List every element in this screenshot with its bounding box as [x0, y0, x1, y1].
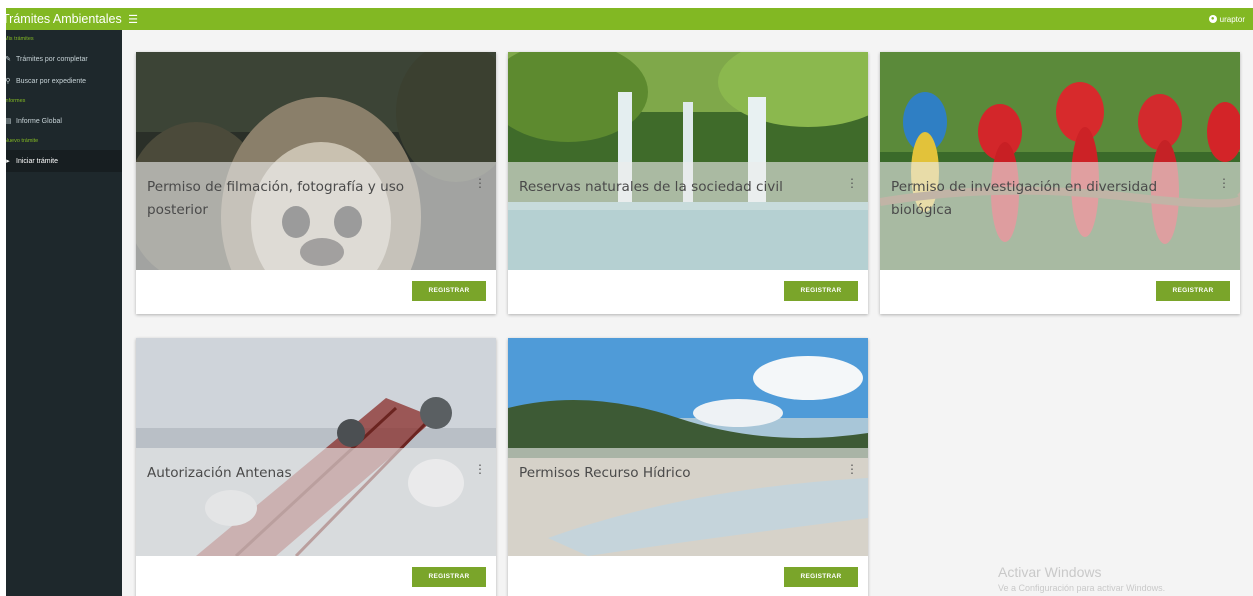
user-menu[interactable]: ● uraptor	[1208, 8, 1245, 30]
tramite-card: Permisos Recurso Hídrico ⋮ REGISTRAR	[508, 338, 868, 596]
card-footer: REGISTRAR	[508, 270, 868, 314]
search-icon: ⚲	[6, 78, 11, 85]
sidebar-item-label: Buscar por expediente	[16, 77, 87, 85]
user-circle-icon: ●	[1208, 15, 1217, 23]
sidebar-item-label: Iniciar trámite	[16, 157, 59, 165]
registrar-button[interactable]: REGISTRAR	[412, 567, 486, 587]
card-footer: REGISTRAR	[508, 556, 868, 596]
card-title: Permiso de filmación, fotografía y uso p…	[147, 179, 405, 218]
card-title: Permiso de investigación en diversidad b…	[891, 179, 1158, 218]
card-title: Permisos Recurso Hídrico	[519, 465, 691, 481]
more-options-icon[interactable]: ⋮	[846, 176, 858, 190]
windows-activation-watermark: Activar Windows Ve a Configuración para …	[998, 564, 1165, 593]
watermark-subtitle: Ve a Configuración para activar Windows.	[998, 583, 1166, 593]
sidebar-item-label: Informe Global	[16, 117, 62, 125]
main-content: Permiso de filmación, fotografía y uso p…	[136, 52, 1253, 596]
sidebar-section-informes: Informes	[6, 98, 26, 104]
tramite-card: Autorización Antenas ⋮ REGISTRAR	[136, 338, 496, 596]
app-title[interactable]: Trámites Ambientales	[6, 8, 122, 30]
registrar-button[interactable]: REGISTRAR	[1156, 281, 1230, 301]
bar-chart-icon: ▤	[6, 118, 12, 125]
app-window: Trámites Ambientales ☰ ● uraptor Mis trá…	[6, 8, 1253, 596]
card-title: Autorización Antenas	[147, 465, 292, 481]
tramite-card: Permiso de filmación, fotografía y uso p…	[136, 52, 496, 314]
card-title: Reservas naturales de la sociedad civil	[519, 179, 783, 195]
registrar-button[interactable]: REGISTRAR	[784, 567, 858, 587]
card-footer: REGISTRAR	[880, 270, 1240, 314]
more-options-icon[interactable]: ⋮	[846, 462, 858, 476]
top-navbar: Trámites Ambientales ☰ ● uraptor	[6, 8, 1253, 30]
sidebar-section-nuevo-tramite: Nuevo trámite	[6, 138, 39, 144]
registrar-button[interactable]: REGISTRAR	[784, 281, 858, 301]
sidebar-section-mis-tramites: Mis trámites	[6, 36, 34, 42]
sidebar-item-buscar-por-expediente[interactable]: ⚲ Buscar por expediente	[6, 70, 122, 92]
card-footer: REGISTRAR	[136, 270, 496, 314]
more-options-icon[interactable]: ⋮	[474, 462, 486, 476]
watermark-title: Activar Windows	[998, 564, 1102, 580]
registrar-button[interactable]: REGISTRAR	[412, 281, 486, 301]
user-name: uraptor	[1219, 14, 1245, 24]
more-options-icon[interactable]: ⋮	[1218, 176, 1230, 190]
edit-icon: ✎	[6, 56, 11, 63]
tramite-card: Reservas naturales de la sociedad civil …	[508, 52, 868, 314]
play-icon: ▸	[6, 158, 10, 165]
sidebar: Mis trámites ✎ Trámites por completar ⚲ …	[6, 30, 122, 596]
more-options-icon[interactable]: ⋮	[474, 176, 486, 190]
sidebar-item-iniciar-tramite[interactable]: ▸ Iniciar trámite	[6, 150, 122, 172]
sidebar-item-informe-global[interactable]: ▤ Informe Global	[6, 110, 122, 132]
hamburger-icon[interactable]: ☰	[122, 8, 144, 30]
sidebar-item-tramites-por-completar[interactable]: ✎ Trámites por completar	[6, 48, 122, 70]
sidebar-item-label: Trámites por completar	[16, 55, 88, 63]
card-footer: REGISTRAR	[136, 556, 496, 596]
tramite-card: Permiso de investigación en diversidad b…	[880, 52, 1240, 314]
